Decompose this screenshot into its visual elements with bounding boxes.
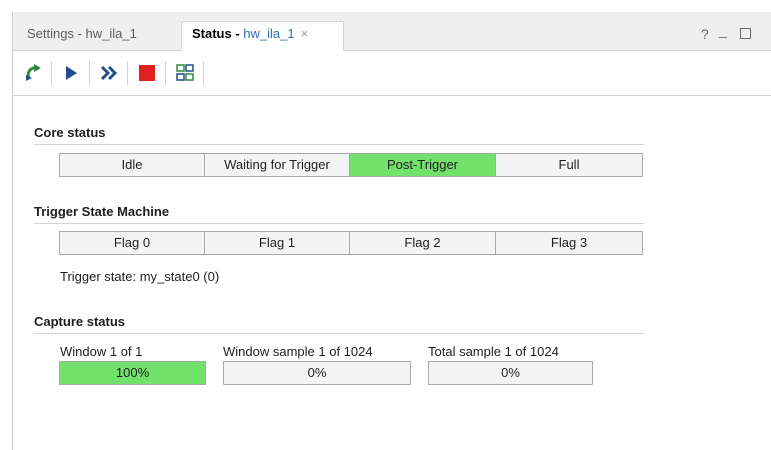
ila-status-panel: Settings - hw_ila_1 Status - hw_ila_1 × ?… — [12, 12, 771, 450]
flag-2: Flag 2 — [349, 231, 496, 255]
flag-1: Flag 1 — [204, 231, 350, 255]
core-status-waiting: Waiting for Trigger — [204, 153, 350, 177]
toolbar-separator — [127, 61, 128, 85]
tab-settings-label: Settings - hw_ila_1 — [27, 26, 137, 41]
divider — [34, 223, 644, 224]
window-progress-bar: 100% — [59, 361, 206, 385]
maximize-icon[interactable] — [740, 28, 751, 39]
core-status-full: Full — [495, 153, 643, 177]
flag-3: Flag 3 — [495, 231, 643, 255]
core-status-title: Core status — [34, 125, 106, 140]
tab-status-prefix: Status - — [192, 26, 244, 41]
core-status-post-trigger: Post-Trigger — [349, 153, 496, 177]
run-trigger-icon[interactable] — [59, 61, 83, 85]
total-sample-label: Total sample 1 of 1024 — [428, 344, 559, 359]
progress-percent: 0% — [501, 365, 520, 380]
toolbar-separator — [203, 61, 204, 85]
window-label: Window 1 of 1 — [60, 344, 143, 359]
divider — [34, 333, 644, 334]
toolbar-separator — [165, 61, 166, 85]
toolbar-separator — [89, 61, 90, 85]
help-icon[interactable]: ? — [701, 26, 709, 42]
divider — [34, 144, 644, 145]
flag-0: Flag 0 — [59, 231, 205, 255]
trigger-state-text: Trigger state: my_state0 (0) — [60, 269, 220, 284]
trigger-state-machine-title: Trigger State Machine — [34, 204, 170, 219]
close-icon[interactable]: × — [301, 26, 309, 41]
run-repeat-icon[interactable] — [97, 61, 121, 85]
tab-bar: Settings - hw_ila_1 Status - hw_ila_1 × ?… — [13, 12, 771, 51]
run-trigger-immediate-icon[interactable] — [21, 61, 45, 85]
capture-status-title: Capture status — [34, 314, 126, 329]
toggle-settings-icon[interactable] — [173, 61, 197, 85]
stop-icon[interactable] — [135, 61, 159, 85]
tab-status[interactable]: Status - hw_ila_1 × — [181, 21, 344, 51]
toolbar-separator — [51, 61, 52, 85]
tab-settings[interactable]: Settings - hw_ila_1 — [13, 22, 181, 50]
core-status-idle: Idle — [59, 153, 205, 177]
progress-percent: 0% — [307, 365, 327, 380]
progress-percent: 100% — [115, 365, 150, 380]
window-sample-progress-bar: 0% — [223, 361, 411, 385]
window-sample-label: Window sample 1 of 1024 — [223, 344, 373, 359]
minimize-icon[interactable]: _ — [719, 22, 727, 38]
toolbar — [13, 51, 771, 96]
total-sample-progress-bar: 0% — [428, 361, 593, 385]
tab-status-name: hw_ila_1 — [243, 26, 295, 41]
